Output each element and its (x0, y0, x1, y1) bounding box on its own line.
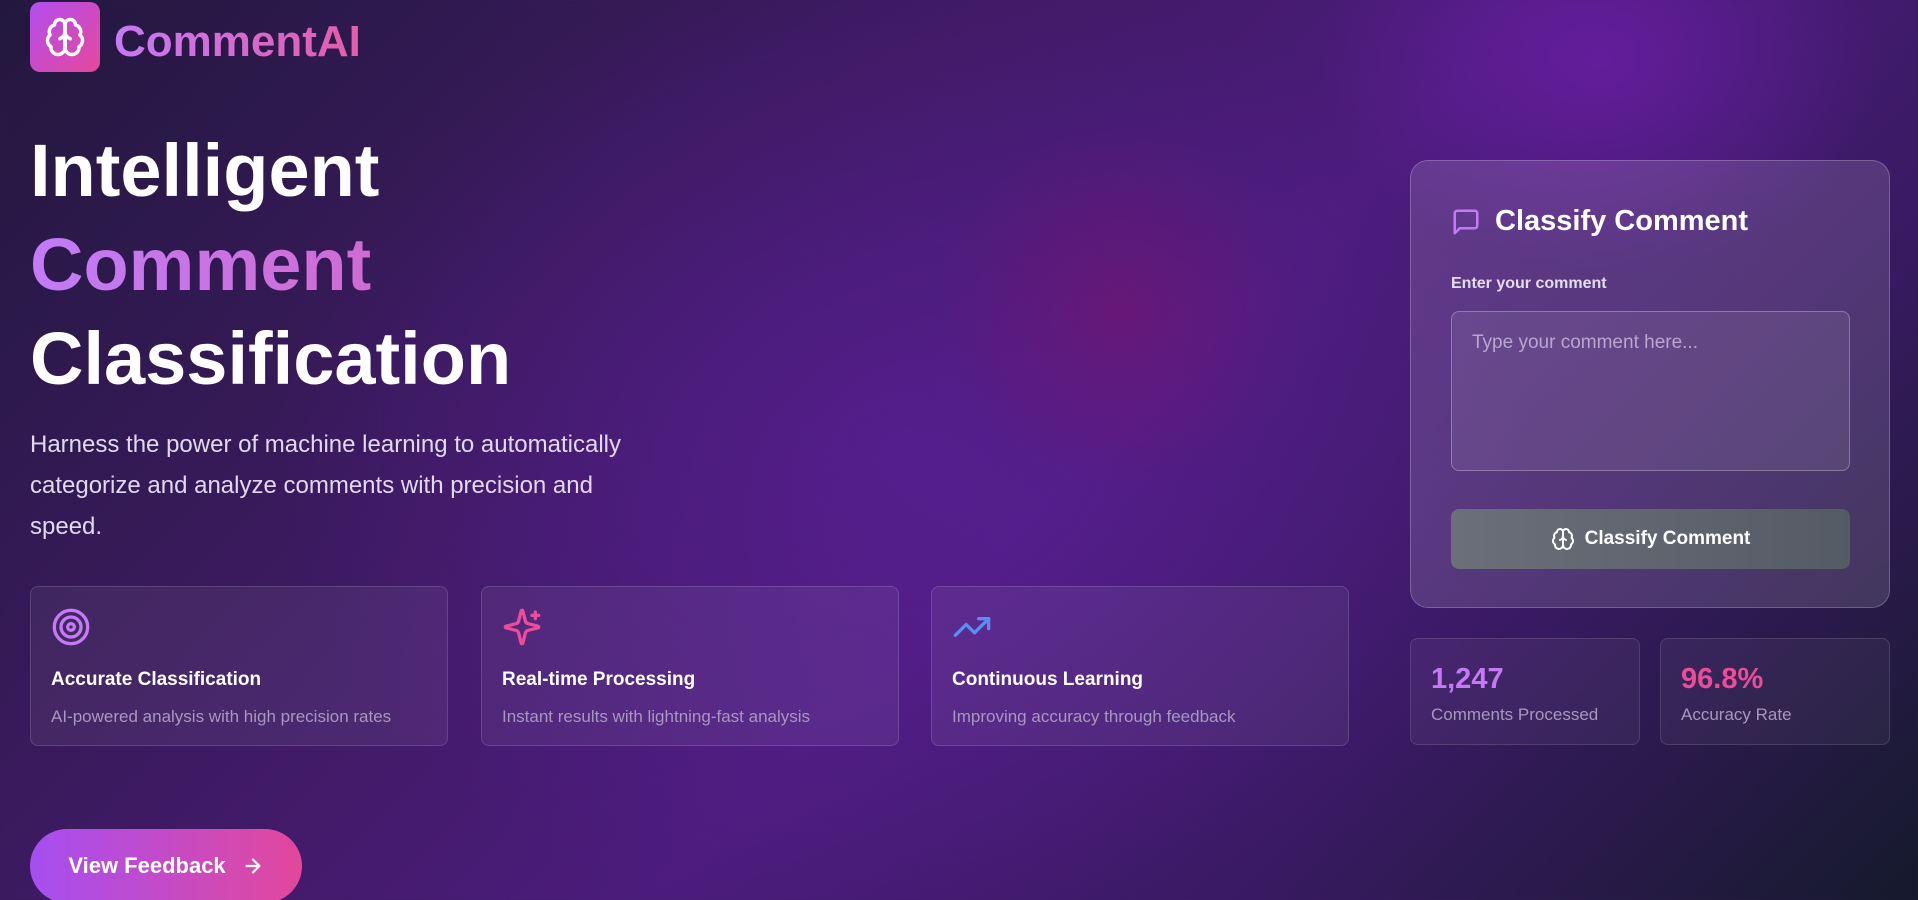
feature-title: Real-time Processing (502, 669, 696, 690)
stat-label: Accuracy Rate (1681, 705, 1792, 724)
feature-description: Instant results with lightning-fast anal… (502, 707, 811, 726)
brain-icon (45, 17, 85, 57)
stat-label: Comments Processed (1431, 705, 1599, 724)
feature-card-continuous-learning: Continuous Learning Improving accuracy t… (931, 586, 1349, 746)
app-logo[interactable] (30, 2, 100, 72)
target-icon (52, 608, 90, 646)
hero-title-line3: Classification (30, 317, 512, 400)
stat-value: 1,247 (1431, 663, 1504, 695)
panel-title: Classify Comment (1495, 205, 1749, 237)
comment-field-label: Enter your comment (1451, 275, 1607, 292)
hero-title-line2: Comment (30, 218, 511, 312)
feature-card-real-time-processing: Real-time Processing Instant results wit… (481, 586, 899, 746)
hero-title-line1: Intelligent (30, 129, 380, 212)
sparkles-icon (503, 608, 541, 646)
message-square-icon (1453, 209, 1479, 235)
trending-up-icon (953, 617, 991, 637)
hero-title: Intelligent Comment Classification (30, 124, 511, 406)
feature-description: Improving accuracy through feedback (952, 707, 1236, 726)
app-name: CommentAI (114, 14, 361, 70)
stat-value: 96.8% (1681, 663, 1764, 695)
arrow-right-icon (245, 858, 261, 874)
feature-title: Accurate Classification (51, 669, 262, 690)
brain-icon (1551, 528, 1574, 550)
classify-panel: Classify Comment Enter your comment Clas… (1410, 160, 1890, 608)
hero-description: Harness the power of machine learning to… (30, 431, 621, 540)
feature-card-accurate-classification: Accurate Classification AI-powered analy… (30, 586, 448, 746)
view-feedback-label: View Feedback (68, 853, 226, 878)
feature-description: AI-powered analysis with high precision … (51, 707, 392, 726)
comment-input[interactable] (1451, 311, 1850, 471)
stat-card-comments-processed: 1,247 Comments Processed (1410, 638, 1640, 745)
stat-card-accuracy-rate: 96.8% Accuracy Rate (1660, 638, 1890, 745)
classify-comment-button[interactable]: Classify Comment (1451, 509, 1850, 569)
feature-title: Continuous Learning (952, 669, 1144, 690)
classify-button-label: Classify Comment (1584, 528, 1751, 549)
view-feedback-button[interactable]: View Feedback (30, 829, 302, 900)
